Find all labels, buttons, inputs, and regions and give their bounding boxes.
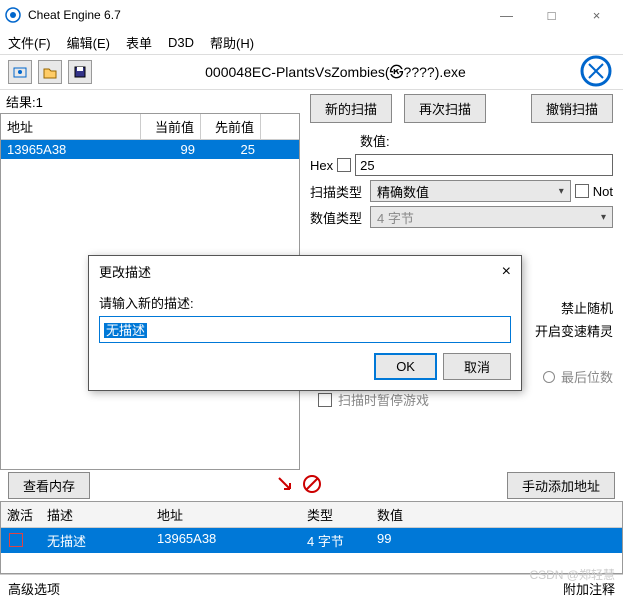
stop-icon[interactable] <box>302 474 322 497</box>
value-type-select[interactable]: 4 字节▾ <box>370 206 613 228</box>
open-process-icon[interactable] <box>8 60 32 84</box>
value-type-label: 数值类型 <box>310 208 366 227</box>
hex-label: Hex <box>310 158 333 173</box>
results-row[interactable]: 13965A38 99 25 <box>1 140 299 159</box>
ok-button[interactable]: OK <box>374 353 437 380</box>
cell-type: 4 字节 <box>301 528 371 553</box>
title-bar: Cheat Engine 6.7 — □ × <box>0 0 623 30</box>
close-button[interactable]: × <box>574 1 619 29</box>
value-input[interactable] <box>355 154 613 176</box>
cell-current: 99 <box>141 140 201 159</box>
advanced-options[interactable]: 高级选项 <box>8 579 60 598</box>
cell-value: 99 <box>371 528 471 553</box>
toolbar: 000048EC-PlantsVsZombies(㉿????).exe <box>0 54 623 90</box>
process-name: 000048EC-PlantsVsZombies(㉿????).exe <box>98 62 573 82</box>
address-list: 激活 描述 地址 类型 数值 无描述 13965A38 4 字节 99 <box>0 501 623 574</box>
not-label: Not <box>593 184 613 199</box>
cell-addr: 13965A38 <box>151 528 301 553</box>
menu-edit[interactable]: 编辑(E) <box>67 33 110 52</box>
window-title: Cheat Engine 6.7 <box>28 8 484 22</box>
enable-speed-label: 开启变速精灵 <box>535 321 613 340</box>
address-row[interactable]: 无描述 13965A38 4 字节 99 <box>1 528 622 553</box>
bottom-toolbar: 查看内存 手动添加地址 <box>0 470 623 501</box>
last-digits-label: 最后位数 <box>561 367 613 386</box>
menu-bar: 文件(F) 编辑(E) 表单 D3D 帮助(H) <box>0 30 623 54</box>
scan-type-select[interactable]: 精确数值▾ <box>370 180 571 202</box>
cell-address: 13965A38 <box>1 140 141 159</box>
col-previous[interactable]: 先前值 <box>201 114 261 139</box>
menu-help[interactable]: 帮助(H) <box>210 33 254 52</box>
save-icon[interactable] <box>68 60 92 84</box>
pause-scan-label: 扫描时暂停游戏 <box>338 390 429 409</box>
menu-file[interactable]: 文件(F) <box>8 33 51 52</box>
last-digits-radio[interactable] <box>543 371 555 383</box>
description-input[interactable]: 无描述 <box>99 316 511 343</box>
rescan-button[interactable]: 再次扫描 <box>404 94 486 123</box>
ce-logo-icon <box>579 54 615 90</box>
col-address[interactable]: 地址 <box>1 114 141 139</box>
change-description-dialog: 更改描述 × 请输入新的描述: 无描述 OK 取消 <box>88 255 522 391</box>
watermark: CSDN @郑轻慧 <box>529 566 615 583</box>
chevron-down-icon: ▾ <box>601 212 606 223</box>
cell-previous: 25 <box>201 140 261 159</box>
app-icon <box>4 6 22 24</box>
dialog-title: 更改描述 <box>99 262 151 281</box>
value-label: 数值: <box>360 131 613 150</box>
dialog-prompt: 请输入新的描述: <box>99 293 511 312</box>
col-current[interactable]: 当前值 <box>141 114 201 139</box>
cancel-button[interactable]: 取消 <box>443 353 511 380</box>
menu-table[interactable]: 表单 <box>126 33 152 52</box>
open-file-icon[interactable] <box>38 60 62 84</box>
menu-d3d[interactable]: D3D <box>168 35 194 50</box>
not-checkbox[interactable] <box>575 184 589 198</box>
minimize-button[interactable]: — <box>484 1 529 29</box>
col-addr[interactable]: 地址 <box>151 502 301 527</box>
results-count: 结果:1 <box>0 90 300 113</box>
hex-checkbox[interactable] <box>337 158 351 172</box>
add-manual-button[interactable]: 手动添加地址 <box>507 472 615 499</box>
dialog-close-icon[interactable]: × <box>502 263 511 281</box>
maximize-button[interactable]: □ <box>529 1 574 29</box>
pause-scan-checkbox[interactable] <box>318 393 332 407</box>
disable-random-label: 禁止随机 <box>561 298 613 317</box>
cell-desc: 无描述 <box>41 528 151 553</box>
col-value[interactable]: 数值 <box>371 502 471 527</box>
col-desc[interactable]: 描述 <box>41 502 151 527</box>
new-scan-button[interactable]: 新的扫描 <box>310 94 392 123</box>
col-active[interactable]: 激活 <box>1 502 41 527</box>
add-to-list-icon[interactable] <box>276 475 294 496</box>
col-type[interactable]: 类型 <box>301 502 371 527</box>
chevron-down-icon: ▾ <box>559 186 564 197</box>
view-memory-button[interactable]: 查看内存 <box>8 472 90 499</box>
undo-scan-button[interactable]: 撤销扫描 <box>531 94 613 123</box>
scan-type-label: 扫描类型 <box>310 182 366 201</box>
active-checkbox[interactable] <box>9 533 23 547</box>
